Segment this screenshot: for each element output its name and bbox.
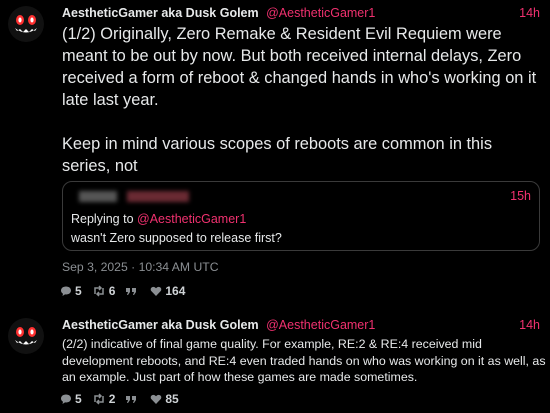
like-icon bbox=[151, 394, 162, 404]
repost-button[interactable]: 6 bbox=[92, 284, 116, 298]
reply-icon bbox=[61, 394, 71, 404]
replying-prefix: Replying to bbox=[71, 212, 134, 226]
post-time[interactable]: 14h bbox=[519, 6, 540, 20]
author-handle[interactable]: @AestheticGamer1 bbox=[266, 6, 375, 20]
post-timestamp[interactable]: Sep 3, 2025 · 10:34 AM UTC bbox=[62, 260, 219, 274]
author-name[interactable]: AestheticGamer aka Dusk Golem bbox=[62, 6, 259, 20]
avatar[interactable] bbox=[8, 6, 44, 42]
like-button[interactable]: 164 bbox=[150, 284, 185, 298]
post-time[interactable]: 14h bbox=[519, 318, 540, 332]
reply-count: 5 bbox=[75, 392, 82, 406]
like-count: 164 bbox=[165, 284, 186, 298]
quote-icon bbox=[126, 288, 137, 295]
quote-text: wasn't Zero supposed to release first? bbox=[71, 231, 282, 245]
post-actions: 5 6 164 bbox=[60, 283, 195, 299]
repost-icon bbox=[93, 285, 104, 297]
replying-handle[interactable]: @AestheticGamer1 bbox=[137, 212, 246, 226]
reply-button[interactable]: 5 bbox=[60, 284, 82, 298]
author-name[interactable]: AestheticGamer aka Dusk Golem bbox=[62, 318, 259, 332]
repost-icon bbox=[93, 393, 104, 405]
like-button[interactable]: 85 bbox=[150, 392, 179, 406]
avatar-face-icon bbox=[8, 318, 44, 354]
post-body: (2/2) indicative of final game quality. … bbox=[62, 337, 546, 384]
post-paragraph-1: (1/2) Originally, Zero Remake & Resident… bbox=[62, 25, 537, 109]
like-icon bbox=[151, 286, 162, 296]
quote-button[interactable] bbox=[125, 393, 140, 405]
reply-icon bbox=[61, 286, 71, 296]
avatar[interactable] bbox=[8, 318, 44, 354]
reply-button[interactable]: 5 bbox=[60, 392, 82, 406]
repost-button[interactable]: 2 bbox=[92, 392, 116, 406]
post-actions: 5 2 85 bbox=[60, 391, 189, 407]
quoted-reply[interactable]: 15h Replying to @AestheticGamer1 wasn't … bbox=[62, 181, 540, 251]
replying-to: Replying to @AestheticGamer1 bbox=[71, 212, 246, 226]
author-handle[interactable]: @AestheticGamer1 bbox=[266, 318, 375, 332]
repost-count: 6 bbox=[108, 284, 116, 298]
quote-button[interactable] bbox=[125, 285, 140, 297]
quote-time[interactable]: 15h bbox=[510, 189, 531, 203]
repost-count: 2 bbox=[108, 392, 116, 406]
like-count: 85 bbox=[165, 392, 179, 406]
post-paragraph-2: Keep in mind various scopes of reboots a… bbox=[62, 135, 493, 175]
blurred-name bbox=[79, 191, 117, 202]
blurred-handle bbox=[127, 191, 189, 202]
avatar-face-icon bbox=[8, 6, 44, 42]
post-body: (1/2) Originally, Zero Remake & Resident… bbox=[62, 23, 540, 177]
reply-count: 5 bbox=[75, 284, 82, 298]
quote-icon bbox=[126, 396, 137, 403]
